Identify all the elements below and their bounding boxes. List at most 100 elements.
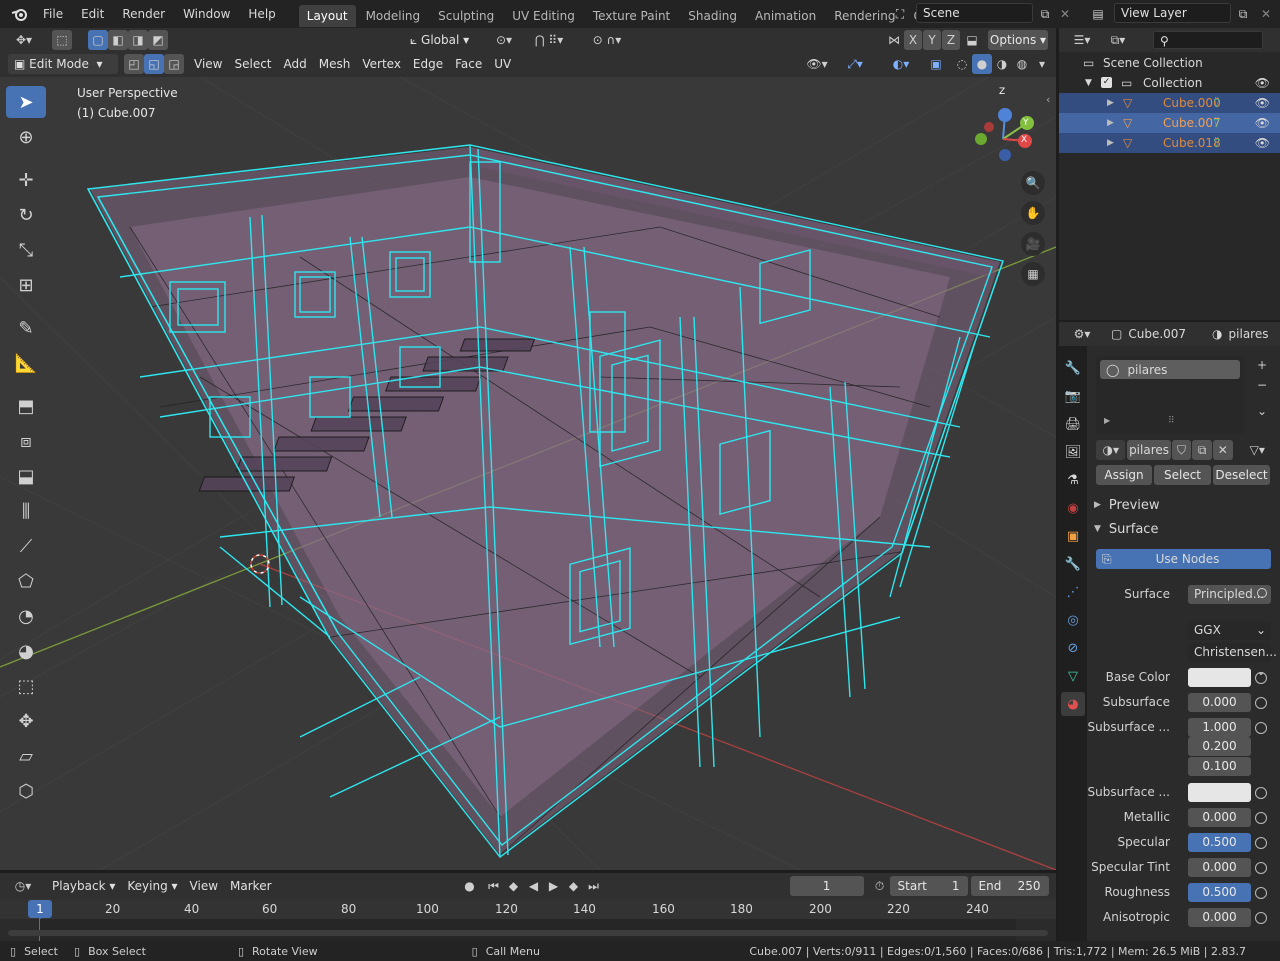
- mesh-data-icon[interactable]: ⍢: [1213, 133, 1220, 153]
- particle-properties-icon[interactable]: ⋰: [1061, 580, 1085, 604]
- solid-shading-icon[interactable]: ●: [972, 54, 992, 74]
- playback-menu[interactable]: Playback ▾: [46, 876, 121, 896]
- unlink-material-icon[interactable]: ✕: [1212, 440, 1233, 460]
- select-button[interactable]: Select: [1154, 465, 1211, 485]
- jump-keyframe-back-icon[interactable]: ◆: [504, 876, 524, 896]
- mirror-icon[interactable]: ⋈: [884, 30, 904, 50]
- scene-properties-icon[interactable]: ⚗: [1061, 468, 1085, 492]
- rotate-tool-icon[interactable]: ↻: [6, 199, 46, 231]
- collapse-sidebar-icon[interactable]: ‹: [1046, 93, 1050, 106]
- menu-face[interactable]: Face: [449, 54, 488, 74]
- spin-tool-icon[interactable]: ◔: [6, 600, 46, 632]
- mesh-data-icon[interactable]: ⍢: [1213, 113, 1220, 133]
- menu-uv[interactable]: UV: [488, 54, 517, 74]
- edge-slide-tool-icon[interactable]: ⬚: [6, 670, 46, 702]
- distribution-dropdown[interactable]: GGX ⌄: [1188, 621, 1271, 640]
- collection-visibility-icon[interactable]: 👁: [1255, 73, 1270, 93]
- blender-logo-icon[interactable]: [6, 4, 34, 24]
- specular-tint-value[interactable]: 0.000: [1188, 858, 1251, 877]
- pan-hand-icon[interactable]: ✋: [1021, 201, 1045, 225]
- subsurface-radius-x[interactable]: 1.000: [1188, 718, 1251, 737]
- display-mode-icon[interactable]: ⧉▾: [1103, 30, 1133, 50]
- anisotropic-link-icon[interactable]: [1255, 912, 1267, 924]
- outliner-editor-type-icon[interactable]: ☰▾: [1067, 30, 1097, 50]
- scale-tool-icon[interactable]: ⤡: [6, 234, 46, 266]
- snap-icon[interactable]: ⋂ ⠿▾: [524, 30, 574, 50]
- specular-link-icon[interactable]: [1255, 837, 1267, 849]
- camera-icon[interactable]: 🎥: [1021, 232, 1045, 256]
- view-layer-selector[interactable]: View Layer: [1114, 3, 1231, 23]
- face-select-icon[interactable]: ◲: [164, 54, 184, 74]
- base-color-swatch[interactable]: [1188, 668, 1251, 687]
- mesh-data-properties-icon[interactable]: ▽: [1061, 664, 1085, 688]
- menu-select[interactable]: Select: [228, 54, 277, 74]
- play-reverse-icon[interactable]: ◀: [524, 876, 544, 896]
- gizmo-icon[interactable]: ⤢▾: [836, 54, 874, 74]
- auto-merge-icon[interactable]: ⬓: [962, 30, 982, 50]
- jump-start-icon[interactable]: ⏮: [484, 876, 504, 896]
- cursor-tool-icon[interactable]: ⊕: [6, 121, 46, 153]
- object-properties-icon[interactable]: ▣: [1061, 524, 1085, 548]
- outliner-object-row[interactable]: ▶ ▽ Cube.000 ⍢ 👁: [1059, 93, 1280, 113]
- overlay-icon[interactable]: ◐▾: [882, 54, 920, 74]
- expand-arrow-icon[interactable]: ▼: [1085, 73, 1092, 93]
- scene-icon[interactable]: ⛶: [886, 4, 914, 24]
- playhead[interactable]: 1: [28, 900, 52, 918]
- subsurface-color-swatch[interactable]: [1188, 783, 1251, 802]
- browse-material-icon[interactable]: ◑▾: [1096, 440, 1126, 460]
- menu-edit[interactable]: Edit: [72, 0, 113, 28]
- tab-sculpting[interactable]: Sculpting: [430, 5, 502, 27]
- tab-animation[interactable]: Animation: [747, 5, 824, 27]
- outliner-object-row[interactable]: ▶ ▽ Cube.018 ⍢ 👁: [1059, 133, 1280, 153]
- material-slot-item[interactable]: ◯ pilares: [1100, 360, 1240, 379]
- stopwatch-icon[interactable]: ⏱: [870, 876, 890, 896]
- move-tool-icon[interactable]: ✛: [6, 164, 46, 196]
- knife-tool-icon[interactable]: ⟋: [6, 530, 46, 562]
- expand-list-icon[interactable]: ▶: [1104, 416, 1110, 425]
- editor-type-icon[interactable]: ✥▾: [8, 30, 40, 50]
- subsurface-method-dropdown[interactable]: Christensen... ⌄: [1188, 643, 1277, 678]
- tab-layout[interactable]: Layout: [298, 4, 356, 27]
- menu-render[interactable]: Render: [113, 0, 174, 28]
- anisotropic-value[interactable]: 0.000: [1188, 908, 1251, 927]
- tab-shading[interactable]: Shading: [680, 5, 745, 27]
- rendered-shading-icon[interactable]: ◍: [1012, 54, 1032, 74]
- assign-button[interactable]: Assign: [1096, 465, 1152, 485]
- tab-modeling[interactable]: Modeling: [358, 5, 429, 27]
- marker-menu[interactable]: Marker: [224, 876, 277, 896]
- select-subtract-icon[interactable]: ◨: [128, 30, 148, 50]
- poly-build-tool-icon[interactable]: ⬠: [6, 565, 46, 597]
- use-nodes-button[interactable]: ⎘ Use Nodes: [1096, 549, 1271, 569]
- specular-tint-link-icon[interactable]: [1255, 862, 1267, 874]
- perspective-grid-icon[interactable]: ▦: [1021, 262, 1045, 286]
- select-extend-icon[interactable]: ◧: [108, 30, 128, 50]
- menu-mesh[interactable]: Mesh: [313, 54, 357, 74]
- timeline-view-menu[interactable]: View: [184, 876, 224, 896]
- shear-tool-icon[interactable]: ▱: [6, 740, 46, 772]
- subsurface-color-link-icon[interactable]: [1255, 787, 1267, 799]
- subsurface-value[interactable]: 0.000: [1188, 693, 1251, 712]
- physics-properties-icon[interactable]: ◎: [1061, 608, 1085, 632]
- output-properties-icon[interactable]: 🖨: [1061, 412, 1085, 436]
- loop-cut-tool-icon[interactable]: ⫼: [6, 495, 46, 527]
- axis-y-toggle[interactable]: Y: [923, 30, 941, 50]
- view-layer-properties-icon[interactable]: 🖼: [1061, 440, 1085, 464]
- world-properties-icon[interactable]: ◉: [1061, 496, 1085, 520]
- outliner-object-row-active[interactable]: ▶ ▽ Cube.007 ⍢ 👁: [1059, 113, 1280, 133]
- edge-select-icon[interactable]: ◱: [144, 54, 164, 74]
- play-icon[interactable]: ▶: [544, 876, 564, 896]
- tab-texture-paint[interactable]: Texture Paint: [585, 5, 678, 27]
- subsurface-radius-z[interactable]: 0.100: [1188, 757, 1251, 776]
- expand-arrow-icon[interactable]: ▶: [1107, 113, 1114, 133]
- axis-z-toggle[interactable]: Z: [942, 30, 960, 50]
- mode-dropdown[interactable]: ▣ Edit Mode ▾: [8, 54, 118, 74]
- expand-arrow-icon[interactable]: ▶: [1107, 93, 1114, 113]
- jump-end-icon[interactable]: ⏭: [584, 876, 604, 896]
- 3d-viewport[interactable]: User Perspective (1) Cube.007 Z Y X 🔍 ✋ …: [0, 77, 1056, 870]
- zoom-icon[interactable]: 🔍: [1021, 171, 1045, 195]
- proportional-edit-icon[interactable]: ⊙ ∩▾: [582, 30, 632, 50]
- select-tool-icon[interactable]: ⬚: [52, 30, 72, 50]
- surface-shader-field[interactable]: Principled...: [1188, 585, 1271, 604]
- roughness-link-icon[interactable]: [1255, 887, 1267, 899]
- select-new-icon[interactable]: ▢: [88, 30, 108, 50]
